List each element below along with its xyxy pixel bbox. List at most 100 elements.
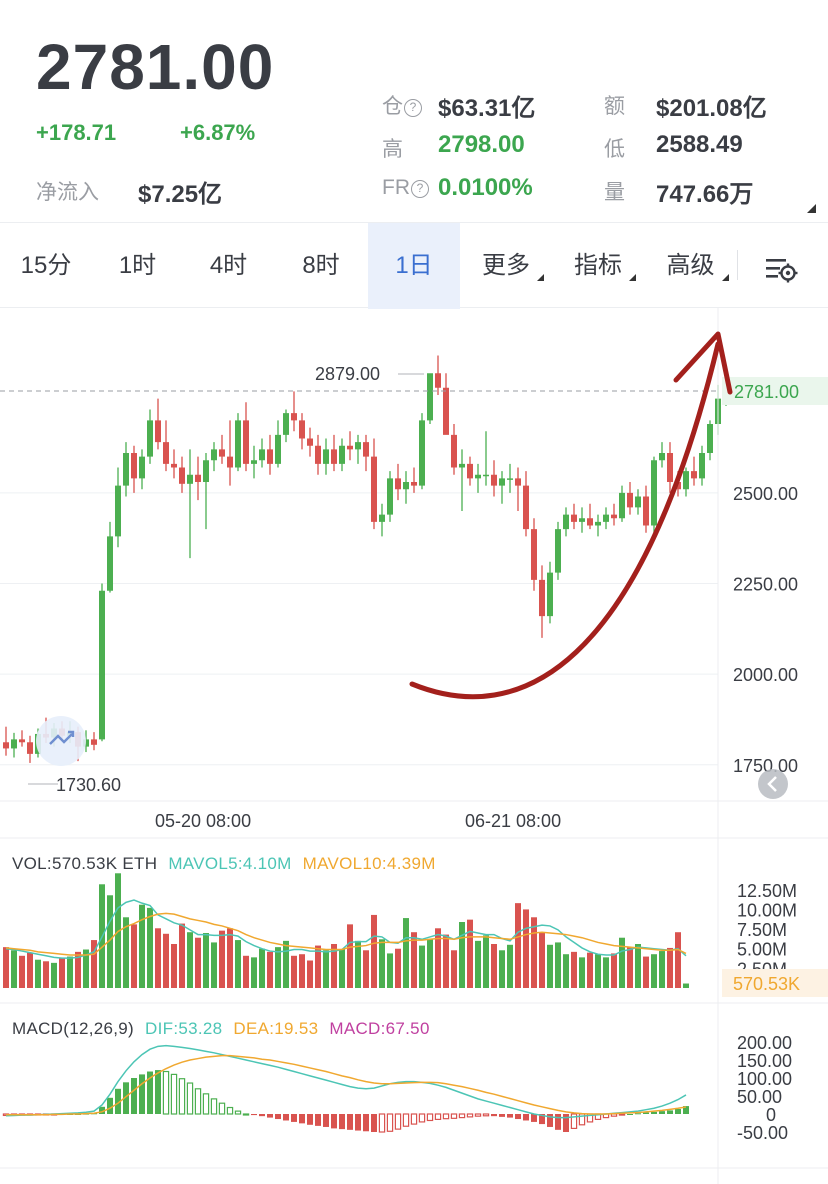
tab-interval[interactable]: 4时 bbox=[183, 223, 274, 309]
candle-body bbox=[267, 449, 273, 464]
tab-interval[interactable]: 更多 bbox=[460, 223, 552, 309]
tab-interval[interactable]: 15分 bbox=[0, 223, 92, 309]
mavol5-label: MAVOL5:4.10M bbox=[168, 854, 291, 873]
candle-body bbox=[603, 514, 609, 522]
volume-bar bbox=[595, 954, 601, 988]
dif-label: DIF:53.28 bbox=[145, 1019, 222, 1038]
candle-body bbox=[219, 449, 225, 457]
macd-histogram-bar bbox=[339, 1114, 345, 1130]
macd-histogram-bar bbox=[675, 1108, 681, 1114]
macd-histogram-bar bbox=[410, 1113, 418, 1125]
vol-legend: VOL:570.53K ETH MAVOL5:4.10M MAVOL10:4.3… bbox=[12, 854, 436, 873]
candle-body bbox=[467, 463, 473, 479]
mavol10-label: MAVOL10:4.39M bbox=[303, 854, 436, 873]
macd-histogram-bar bbox=[627, 1114, 633, 1115]
macd-histogram-bar bbox=[251, 1114, 257, 1116]
candle-body bbox=[707, 424, 713, 453]
chart-settings-icon[interactable] bbox=[762, 252, 800, 286]
candle-body bbox=[323, 449, 329, 464]
volume-bar bbox=[139, 904, 145, 988]
candle-body bbox=[451, 434, 457, 468]
y-tick-label: 2250.00 bbox=[733, 575, 798, 595]
candle-body bbox=[187, 474, 193, 484]
volume-bar bbox=[259, 948, 265, 988]
volume-y-tick: 10.00M bbox=[737, 900, 797, 920]
stat-label: 量 bbox=[604, 181, 625, 204]
exchange-logo-icon bbox=[36, 716, 86, 766]
volume-y-tick: 5.00M bbox=[737, 940, 787, 960]
volume-bar bbox=[651, 954, 657, 988]
volume-bar bbox=[243, 955, 249, 988]
volume-bar bbox=[491, 944, 497, 988]
macd-histogram-bar bbox=[450, 1113, 458, 1119]
volume-bar bbox=[11, 950, 17, 988]
expand-corner-icon[interactable] bbox=[807, 204, 816, 213]
candle-body bbox=[235, 420, 241, 468]
candle-body bbox=[315, 445, 321, 464]
macd-histogram-bar bbox=[651, 1111, 657, 1114]
candle-body bbox=[363, 442, 369, 457]
candle-body bbox=[275, 434, 281, 464]
volume-bar bbox=[539, 932, 545, 988]
collapse-axis-button[interactable] bbox=[758, 769, 788, 799]
macd-histogram-bar bbox=[371, 1114, 377, 1132]
stat-label: 高 bbox=[382, 138, 403, 161]
volume-bar bbox=[59, 958, 65, 988]
macd-histogram-bar bbox=[210, 1098, 218, 1115]
tab-label: 指标 bbox=[574, 252, 622, 279]
candle-body bbox=[691, 471, 697, 479]
candle-body bbox=[531, 529, 537, 580]
candle-body bbox=[283, 413, 289, 435]
volume-bar bbox=[507, 944, 513, 988]
volume-bar bbox=[163, 933, 169, 988]
info-icon[interactable]: ? bbox=[404, 99, 422, 117]
volume-bar bbox=[283, 940, 289, 988]
volume-bar bbox=[131, 924, 137, 988]
volume-bar bbox=[323, 950, 329, 988]
volume-bar bbox=[179, 923, 185, 988]
candle-body bbox=[659, 453, 665, 461]
dropdown-caret-icon bbox=[537, 274, 544, 281]
tab-interval[interactable]: 1时 bbox=[92, 223, 183, 309]
tab-interval[interactable]: 指标 bbox=[552, 223, 644, 309]
volume-bar bbox=[363, 950, 369, 988]
candle-body bbox=[571, 514, 577, 522]
tab-interval[interactable]: 8时 bbox=[274, 223, 368, 309]
stat-label: 额 bbox=[604, 95, 625, 118]
tab-label: 15分 bbox=[20, 252, 72, 279]
macd-histogram-bar bbox=[178, 1078, 186, 1115]
candle-body bbox=[627, 492, 633, 508]
macd-histogram-bar bbox=[394, 1113, 402, 1130]
volume-bar bbox=[587, 952, 593, 988]
candle-body bbox=[203, 460, 209, 482]
last-price: 2781.00 bbox=[36, 31, 275, 103]
candle-body bbox=[91, 739, 97, 745]
current-price-label: 2781.00 bbox=[734, 382, 799, 402]
info-icon[interactable]: ? bbox=[411, 180, 429, 198]
candle-body bbox=[99, 590, 105, 740]
macd-histogram-bar bbox=[458, 1113, 466, 1119]
volume-bar bbox=[499, 950, 505, 988]
macd-histogram-bar bbox=[202, 1093, 210, 1115]
candle-body bbox=[443, 387, 449, 435]
volume-bar bbox=[427, 939, 433, 988]
candle-body bbox=[339, 445, 345, 464]
volume-bar bbox=[419, 945, 425, 988]
macd-histogram-bar bbox=[275, 1114, 281, 1120]
candle-body bbox=[243, 420, 249, 464]
macd-histogram-bar bbox=[107, 1097, 113, 1114]
volume-bar bbox=[387, 953, 393, 988]
tab-interval[interactable]: 1日 bbox=[368, 223, 460, 309]
macd-histogram-bar bbox=[355, 1114, 361, 1131]
candle-body bbox=[3, 742, 9, 749]
candle-body bbox=[347, 445, 353, 450]
volume-bar bbox=[459, 922, 465, 988]
candle-body bbox=[147, 420, 153, 457]
price-chart[interactable]: 2781.00 2500.002250.002000.001750.00 287… bbox=[0, 308, 828, 1184]
volume-bar bbox=[307, 960, 313, 988]
volume-bar bbox=[467, 919, 473, 988]
volume-bar bbox=[443, 934, 449, 988]
tab-interval[interactable]: 高级 bbox=[644, 223, 737, 309]
macd-histogram-bar bbox=[418, 1113, 426, 1123]
candle-body bbox=[611, 514, 617, 519]
